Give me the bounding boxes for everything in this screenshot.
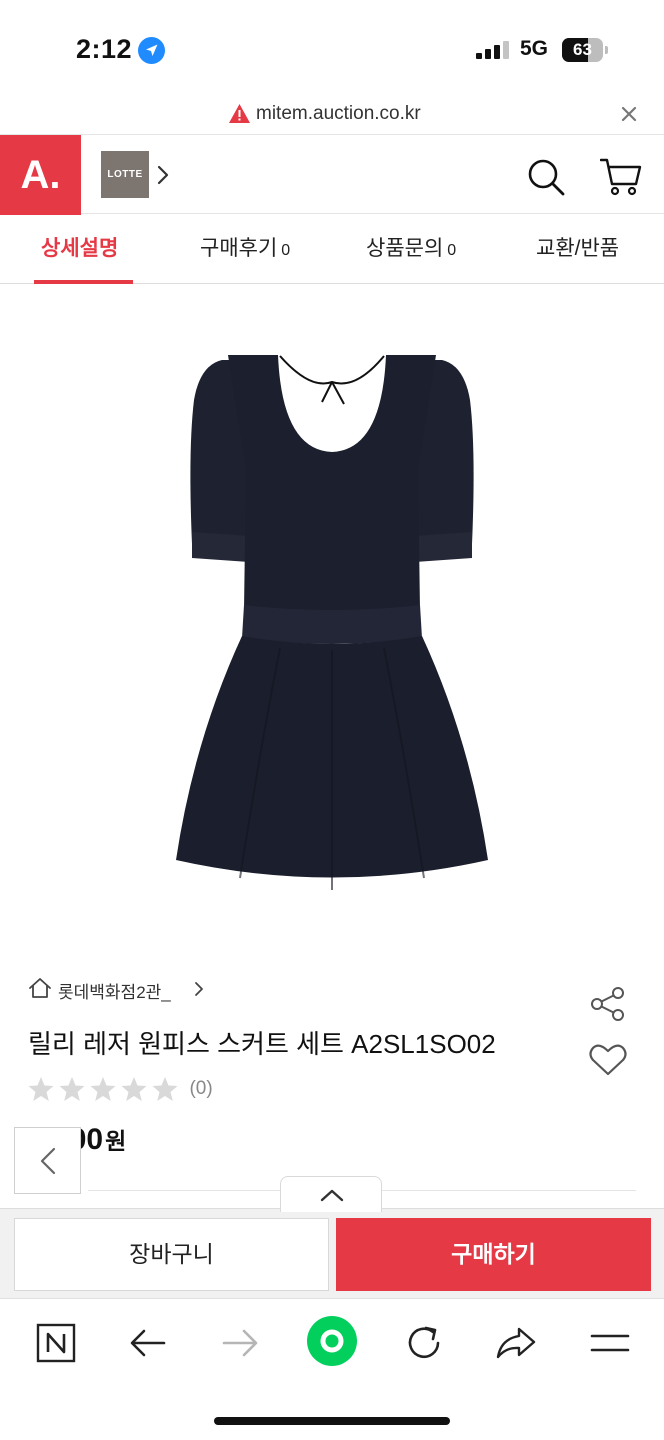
- review-count: (0): [189, 1078, 213, 1099]
- network-label: 5G: [520, 37, 549, 60]
- tab-exchange-return[interactable]: 교환/반품: [536, 214, 619, 284]
- star-icon: [152, 1077, 178, 1101]
- forward-arrow-icon[interactable]: [216, 1319, 264, 1367]
- rating-row[interactable]: (0): [28, 1076, 213, 1104]
- back-arrow-icon[interactable]: [124, 1319, 172, 1367]
- battery-level: 63: [573, 40, 592, 59]
- menu-icon[interactable]: [586, 1319, 634, 1367]
- warning-icon: [229, 104, 250, 123]
- share-arrow-icon[interactable]: [492, 1319, 540, 1367]
- close-icon[interactable]: [620, 105, 638, 123]
- refresh-icon[interactable]: [400, 1319, 448, 1367]
- purchase-bar: 장바구니 구매하기: [0, 1208, 664, 1298]
- green-dot-icon[interactable]: [306, 1315, 358, 1367]
- tab-reviews[interactable]: 구매후기 0: [200, 214, 290, 284]
- share-icon[interactable]: [589, 985, 627, 1023]
- chevron-right-icon[interactable]: [194, 981, 204, 997]
- star-icon: [28, 1077, 54, 1101]
- home-icon: [29, 978, 51, 998]
- product-image[interactable]: [150, 300, 514, 900]
- battery-indicator: 63: [562, 38, 608, 62]
- search-icon[interactable]: [526, 157, 566, 197]
- product-title: 릴리 레저 원피스 스커트 세트 A2SL1SO02: [28, 1029, 496, 1059]
- tab-detail[interactable]: 상세설명: [41, 214, 118, 284]
- url-text[interactable]: mitem.auction.co.kr: [256, 103, 421, 125]
- floating-back-button[interactable]: [14, 1127, 81, 1194]
- price-currency: 원: [105, 1128, 127, 1154]
- expand-options-tab[interactable]: [280, 1176, 382, 1212]
- store-name[interactable]: 롯데백화점2관_: [58, 978, 171, 1003]
- tab-label: 상세설명: [41, 237, 119, 260]
- site-header: A. LOTTE: [0, 134, 664, 215]
- cart-icon[interactable]: [600, 157, 642, 197]
- status-bar: 2:12 5G 63: [0, 0, 664, 92]
- buy-now-button[interactable]: 구매하기: [336, 1218, 651, 1291]
- tab-count: 0: [447, 242, 457, 259]
- star-icon: [59, 1077, 85, 1101]
- product-tabs: 상세설명 구매후기 0 상품문의 0 교환/반품: [0, 214, 664, 284]
- tab-label: 교환/반품: [536, 237, 620, 260]
- naver-n-icon[interactable]: [32, 1319, 80, 1367]
- browser-toolbar: [0, 1298, 664, 1440]
- tab-inquiry[interactable]: 상품문의 0: [366, 214, 456, 284]
- star-icon: [121, 1077, 147, 1101]
- tab-label: 상품문의: [366, 237, 444, 260]
- home-indicator[interactable]: [214, 1417, 450, 1425]
- star-icon: [90, 1077, 116, 1101]
- status-time: 2:12: [76, 34, 133, 64]
- location-arrow-icon: [138, 37, 165, 64]
- add-to-cart-button[interactable]: 장바구니: [14, 1218, 329, 1291]
- signal-icon: [476, 41, 509, 59]
- url-bar[interactable]: mitem.auction.co.kr: [0, 92, 664, 134]
- brand-logo-lotte[interactable]: LOTTE: [101, 151, 149, 198]
- auction-logo[interactable]: A.: [0, 135, 81, 215]
- chevron-left-icon: [40, 1147, 56, 1175]
- tab-label: 구매후기: [200, 237, 278, 260]
- heart-icon[interactable]: [589, 1043, 627, 1077]
- chevron-up-icon: [320, 1189, 344, 1202]
- tab-count: 0: [281, 242, 291, 259]
- chevron-right-icon[interactable]: [157, 165, 169, 185]
- active-tab-indicator: [34, 280, 133, 284]
